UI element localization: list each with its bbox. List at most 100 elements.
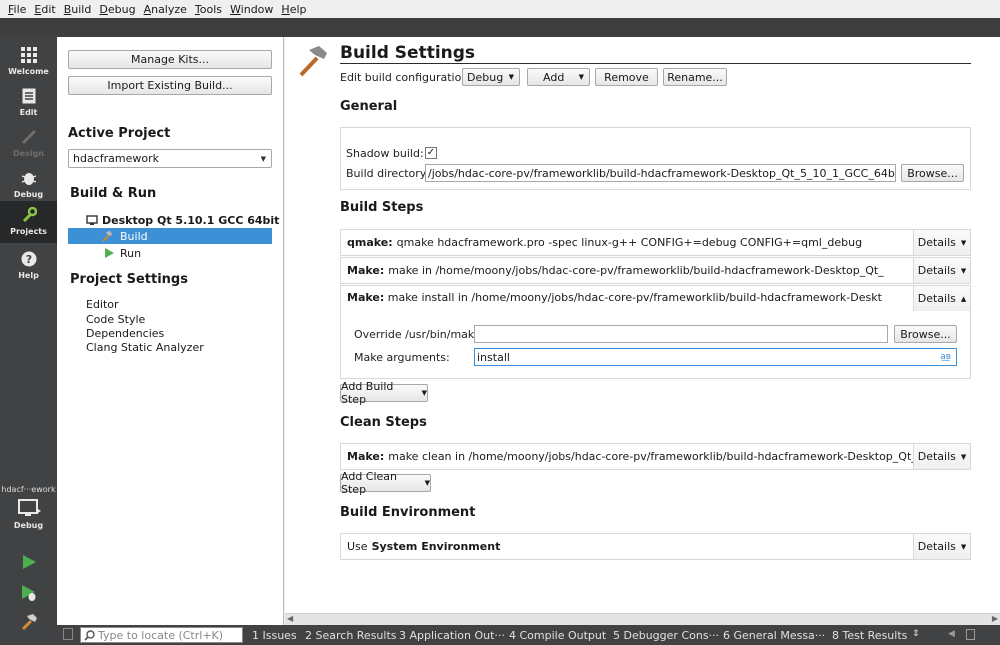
settings-item-editor[interactable]: Editor: [86, 298, 119, 311]
active-project-combo[interactable]: hdacframework ▼: [68, 149, 272, 168]
mode-label: Help: [18, 271, 39, 280]
override-make-label: Override /usr/bin/make:: [354, 328, 485, 341]
pane-tab-application-output[interactable]: 3 Application Out···: [399, 629, 505, 642]
pane-tab-search-results[interactable]: 2 Search Results: [305, 629, 397, 642]
settings-item-code-style[interactable]: Code Style: [86, 313, 145, 326]
mode-help[interactable]: ? Help: [0, 245, 57, 285]
menu-build[interactable]: Build: [60, 3, 96, 16]
chevron-down-icon: ▼: [578, 73, 584, 81]
toggle-sidebar-icon[interactable]: [63, 628, 73, 640]
override-make-field[interactable]: [474, 325, 888, 343]
build-config-combo[interactable]: Debug ▼: [462, 68, 520, 86]
active-project-heading: Active Project: [68, 126, 171, 141]
run-button[interactable]: [18, 551, 40, 573]
edit-config-label: Edit build configuration:: [340, 71, 473, 84]
mode-welcome[interactable]: Welcome: [0, 41, 57, 81]
menu-debug[interactable]: Debug: [95, 3, 139, 16]
rename-config-button[interactable]: Rename...: [663, 68, 727, 86]
step-details-button[interactable]: Details ▼: [913, 444, 970, 469]
step-name: qmake:: [347, 236, 393, 249]
step-details-button[interactable]: Details ▲: [913, 286, 970, 311]
general-heading: General: [340, 99, 398, 114]
menu-help[interactable]: Help: [277, 3, 310, 16]
details-label: Details: [917, 264, 956, 277]
pane-tab-debugger-console[interactable]: 5 Debugger Cons···: [613, 629, 719, 642]
build-button[interactable]: [18, 611, 40, 633]
settings-item-clang-static-analyzer[interactable]: Clang Static Analyzer: [86, 341, 204, 354]
scroll-right-icon[interactable]: ▶: [992, 614, 998, 623]
kit-name: Desktop Qt 5.10.1 GCC 64bit: [102, 213, 280, 227]
settings-item-dependencies[interactable]: Dependencies: [86, 327, 164, 340]
pane-tab-test-results[interactable]: 8 Test Results: [832, 629, 907, 642]
build-dir-browse-button[interactable]: Browse...: [901, 164, 964, 182]
step-name: Make:: [347, 291, 385, 304]
locator-input[interactable]: Type to locate (Ctrl+K): [80, 627, 243, 643]
bug-icon: [21, 168, 37, 188]
add-config-button[interactable]: Add ▼: [527, 68, 590, 86]
locator-placeholder: Type to locate (Ctrl+K): [98, 628, 224, 642]
step-details-button[interactable]: Details ▼: [913, 230, 970, 255]
import-existing-build-button[interactable]: Import Existing Build...: [68, 76, 272, 95]
step-name: Make:: [347, 264, 385, 277]
debug-play-icon: [22, 585, 36, 601]
monitor-icon: [86, 214, 98, 225]
kit-tree-item[interactable]: Desktop Qt 5.10.1 GCC 64bit: [86, 212, 279, 228]
page-title: Build Settings: [340, 43, 476, 63]
override-browse-button[interactable]: Browse...: [894, 325, 957, 343]
target-selector[interactable]: Debug: [0, 497, 57, 539]
step-details-button[interactable]: Details ▼: [913, 258, 970, 283]
env-details-button[interactable]: Details ▼: [913, 534, 970, 559]
details-label: Details: [917, 450, 956, 463]
step-summary: make clean in /home/moony/jobs/hdac-core…: [388, 450, 924, 463]
mode-label: Debug: [13, 190, 44, 199]
menu-file[interactable]: File: [4, 3, 30, 16]
build-environment-row: Use System Environment Details ▼: [340, 533, 971, 560]
make-arguments-field[interactable]: install a͟ʙ: [474, 348, 957, 366]
chevron-down-icon: ▼: [960, 542, 967, 551]
variable-chooser-icon[interactable]: a͟ʙ: [940, 352, 951, 362]
mode-projects[interactable]: Projects: [0, 201, 57, 243]
hammer-icon: [299, 46, 327, 77]
details-label: Details: [917, 236, 956, 249]
build-environment-heading: Build Environment: [340, 505, 476, 520]
remove-config-button[interactable]: Remove: [595, 68, 658, 86]
env-value: System Environment: [371, 540, 501, 553]
pane-tabs-chevron-icon[interactable]: ⇕: [912, 629, 920, 639]
chevron-down-icon: ▼: [424, 479, 430, 487]
build-dir-field[interactable]: /jobs/hdac-core-pv/frameworklib/build-hd…: [425, 164, 896, 182]
menu-tools[interactable]: Tools: [191, 3, 226, 16]
chevron-down-icon: ▼: [960, 266, 967, 275]
grid-icon: [20, 45, 37, 65]
pane-tab-general-messages[interactable]: 6 General Messa···: [723, 629, 825, 642]
step-summary: make install in /home/moony/jobs/hdac-co…: [387, 291, 882, 304]
hammer-icon: [21, 614, 37, 631]
help-icon: ?: [21, 249, 37, 269]
add-clean-step-button[interactable]: Add Clean Step ▼: [340, 470, 431, 496]
build-tree-item[interactable]: Build: [68, 228, 272, 244]
debug-run-button[interactable]: [18, 582, 40, 604]
mode-label: Design: [13, 149, 44, 158]
step-summary: qmake hdacframework.pro -spec linux-g++ …: [396, 236, 863, 249]
pane-tab-issues[interactable]: 1 Issues: [252, 629, 297, 642]
add-config-label: Add: [543, 70, 565, 84]
mode-label: Projects: [10, 227, 47, 236]
mode-debug[interactable]: Debug: [0, 164, 57, 204]
pane-tab-compile-output[interactable]: 4 Compile Output: [509, 629, 606, 642]
menu-analyze[interactable]: Analyze: [140, 3, 191, 16]
shadow-build-checkbox[interactable]: ✓: [425, 147, 437, 159]
build-item-label: Build: [120, 229, 148, 243]
add-clean-step-label: Add Clean Step: [341, 470, 398, 496]
mode-edit[interactable]: Edit: [0, 82, 57, 122]
project-navigation: Manage Kits... Import Existing Build... …: [57, 37, 284, 625]
manage-kits-button[interactable]: Manage Kits...: [68, 50, 272, 69]
run-tree-item[interactable]: Run: [104, 245, 141, 261]
add-build-step-button[interactable]: Add Build Step ▼: [340, 380, 428, 406]
menu-window[interactable]: Window: [226, 3, 277, 16]
menu-edit[interactable]: Edit: [30, 3, 59, 16]
pane-left-arrow-icon[interactable]: ◀: [948, 629, 955, 639]
scroll-left-icon[interactable]: ◀: [287, 614, 293, 623]
horizontal-scrollbar[interactable]: ◀ ▶: [285, 613, 1000, 625]
toggle-output-pane-icon[interactable]: [966, 629, 975, 640]
target-project-label: hdacf···ework: [1, 485, 56, 494]
make-arguments-value: install: [477, 350, 510, 364]
